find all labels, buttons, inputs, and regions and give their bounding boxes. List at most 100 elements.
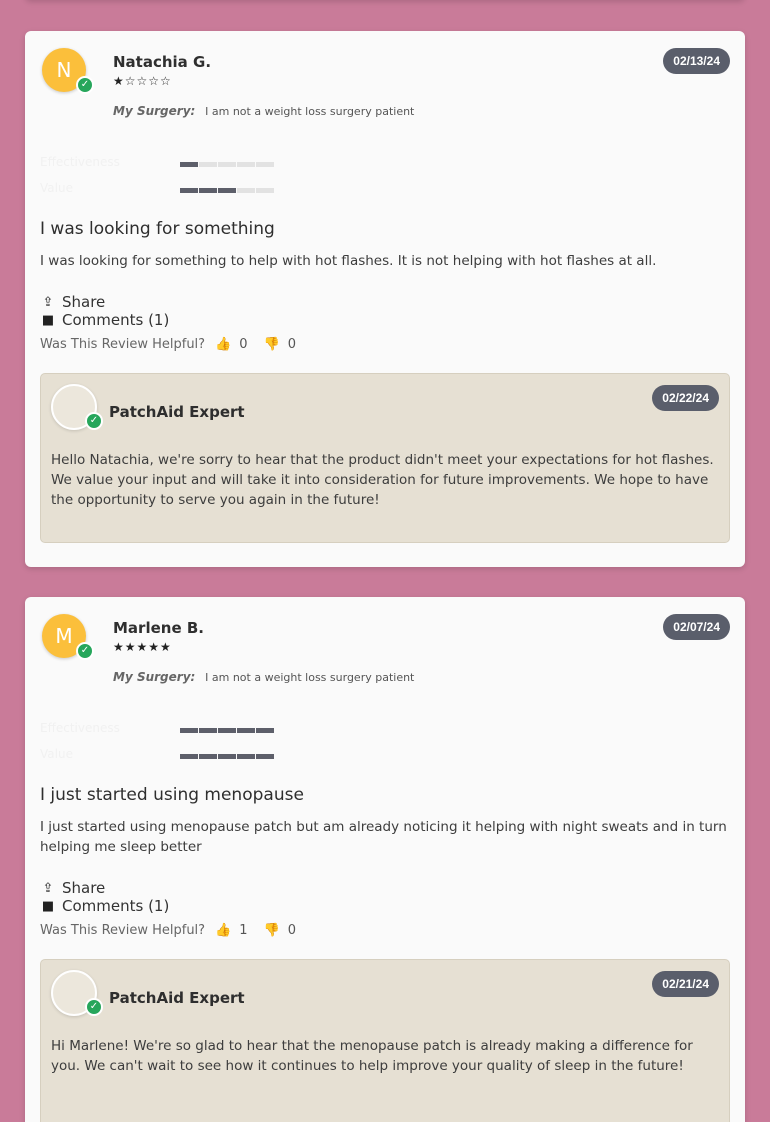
rating-segment xyxy=(237,162,255,167)
rating-segment xyxy=(218,188,236,193)
value-bar xyxy=(180,754,274,759)
rating-segment xyxy=(199,188,217,193)
verified-check-icon: ✓ xyxy=(76,642,94,660)
surgery-value: I am not a weight loss surgery patient xyxy=(205,671,415,684)
review-body: I just started using menopause patch but… xyxy=(40,819,727,855)
value-rating: Value xyxy=(40,181,340,195)
rating-segment xyxy=(237,728,255,733)
reply-date-badge: 02/21/24 xyxy=(652,971,719,997)
rating-segment xyxy=(199,728,217,733)
sub-ratings: Effectiveness Value xyxy=(40,143,730,215)
rating-segment xyxy=(237,188,255,193)
review-title: I just started using menopause xyxy=(40,785,304,805)
rating-segment xyxy=(218,754,236,759)
rating-segment xyxy=(256,728,274,733)
star-rating: ★★★★★ xyxy=(113,640,172,654)
share-label: Share xyxy=(62,293,106,311)
rating-segment xyxy=(256,188,274,193)
thumbs-down-icon: 👎 xyxy=(263,336,280,352)
rating-segment xyxy=(180,728,198,733)
rating-segment xyxy=(199,162,217,167)
thumbs-up-icon: 👍 xyxy=(215,922,232,938)
surgery-info: My Surgery: I am not a weight loss surge… xyxy=(113,670,414,684)
effectiveness-label: Effectiveness xyxy=(40,721,120,735)
sub-ratings: Effectiveness Value xyxy=(40,709,730,781)
comments-button[interactable]: ■ Comments (1) xyxy=(40,311,730,329)
rating-segment xyxy=(199,754,217,759)
review-title: I was looking for something xyxy=(40,219,275,239)
thumbs-down-button[interactable]: 👎 0 xyxy=(264,337,302,352)
expert-avatar: ✓ xyxy=(51,384,103,430)
avatar: M ✓ xyxy=(42,614,94,660)
helpful-label: Was This Review Helpful? xyxy=(40,922,206,938)
expert-name: PatchAid Expert xyxy=(109,989,245,1007)
expert-reply-text: Hi Marlene! We're so glad to hear that t… xyxy=(51,1038,693,1074)
expert-reply: ✓ PatchAid Expert 02/21/24 Hi Marlene! W… xyxy=(40,959,730,1122)
rating-segment xyxy=(218,162,236,167)
rating-segment xyxy=(180,162,198,167)
comments-button[interactable]: ■ Comments (1) xyxy=(40,897,730,915)
review-body: I was looking for something to help with… xyxy=(40,253,657,269)
review-date-badge: 02/07/24 xyxy=(663,614,730,640)
avatar: N ✓ xyxy=(42,48,94,94)
effectiveness-rating: Effectiveness xyxy=(40,721,340,735)
helpful-section: Was This Review Helpful? 👍 0 👎 0 xyxy=(40,335,730,353)
thumbs-up-icon: 👍 xyxy=(215,336,232,352)
value-rating: Value xyxy=(40,747,340,761)
reviewer-name: Marlene B. xyxy=(113,619,204,637)
review-actions: ⇪ Share ■ Comments (1) Was This Review H… xyxy=(40,293,730,353)
verified-check-icon: ✓ xyxy=(76,76,94,94)
star-rating: ★☆☆☆☆ xyxy=(113,74,172,88)
surgery-value: I am not a weight loss surgery patient xyxy=(205,105,415,118)
share-icon: ⇪ xyxy=(42,880,54,896)
share-label: Share xyxy=(62,879,106,897)
avatar-initial: M xyxy=(55,624,73,648)
surgery-info: My Surgery: I am not a weight loss surge… xyxy=(113,104,414,118)
value-label: Value xyxy=(40,747,73,761)
review-header: M ✓ Marlene B. ★★★★★ 02/07/24 My Surgery… xyxy=(40,597,730,709)
comments-label: Comments (1) xyxy=(62,311,170,329)
review-card: M ✓ Marlene B. ★★★★★ 02/07/24 My Surgery… xyxy=(25,597,745,1122)
rating-segment xyxy=(256,162,274,167)
thumbs-up-count: 1 xyxy=(239,922,248,938)
review-card: N ✓ Natachia G. ★☆☆☆☆ 02/13/24 My Surger… xyxy=(25,31,745,567)
review-header: N ✓ Natachia G. ★☆☆☆☆ 02/13/24 My Surger… xyxy=(40,31,730,143)
surgery-label: My Surgery: xyxy=(113,104,196,118)
share-button[interactable]: ⇪ Share xyxy=(40,879,730,897)
surgery-label: My Surgery: xyxy=(113,670,196,684)
thumbs-up-button[interactable]: 👍 0 xyxy=(215,337,253,352)
helpful-section: Was This Review Helpful? 👍 1 👎 0 xyxy=(40,921,730,939)
expert-name: PatchAid Expert xyxy=(109,403,245,421)
expert-avatar: ✓ xyxy=(51,970,103,1016)
verified-check-icon: ✓ xyxy=(85,998,103,1016)
effectiveness-bar xyxy=(180,162,274,167)
reviewer-name: Natachia G. xyxy=(113,53,212,71)
expert-reply-text: Hello Natachia, we're sorry to hear that… xyxy=(51,452,714,508)
thumbs-down-count: 0 xyxy=(287,922,297,938)
value-label: Value xyxy=(40,181,73,195)
thumbs-down-count: 0 xyxy=(287,336,297,352)
rating-segment xyxy=(180,188,198,193)
avatar-initial: N xyxy=(56,58,72,82)
rating-segment xyxy=(180,754,198,759)
reply-date-badge: 02/22/24 xyxy=(652,385,719,411)
effectiveness-bar xyxy=(180,728,274,733)
thumbs-down-button[interactable]: 👎 0 xyxy=(264,923,302,938)
review-actions: ⇪ Share ■ Comments (1) Was This Review H… xyxy=(40,879,730,939)
comment-icon: ■ xyxy=(41,312,55,328)
thumbs-down-icon: 👎 xyxy=(263,922,280,938)
review-date-badge: 02/13/24 xyxy=(663,48,730,74)
value-bar xyxy=(180,188,274,193)
expert-reply: ✓ PatchAid Expert 02/22/24 Hello Natachi… xyxy=(40,373,730,543)
rating-segment xyxy=(237,754,255,759)
rating-segment xyxy=(256,754,274,759)
effectiveness-label: Effectiveness xyxy=(40,155,120,169)
share-button[interactable]: ⇪ Share xyxy=(40,293,730,311)
effectiveness-rating: Effectiveness xyxy=(40,155,340,169)
rating-segment xyxy=(218,728,236,733)
comments-label: Comments (1) xyxy=(62,897,170,915)
thumbs-up-count: 0 xyxy=(239,336,248,352)
verified-check-icon: ✓ xyxy=(85,412,103,430)
thumbs-up-button[interactable]: 👍 1 xyxy=(215,923,253,938)
helpful-label: Was This Review Helpful? xyxy=(40,336,206,352)
